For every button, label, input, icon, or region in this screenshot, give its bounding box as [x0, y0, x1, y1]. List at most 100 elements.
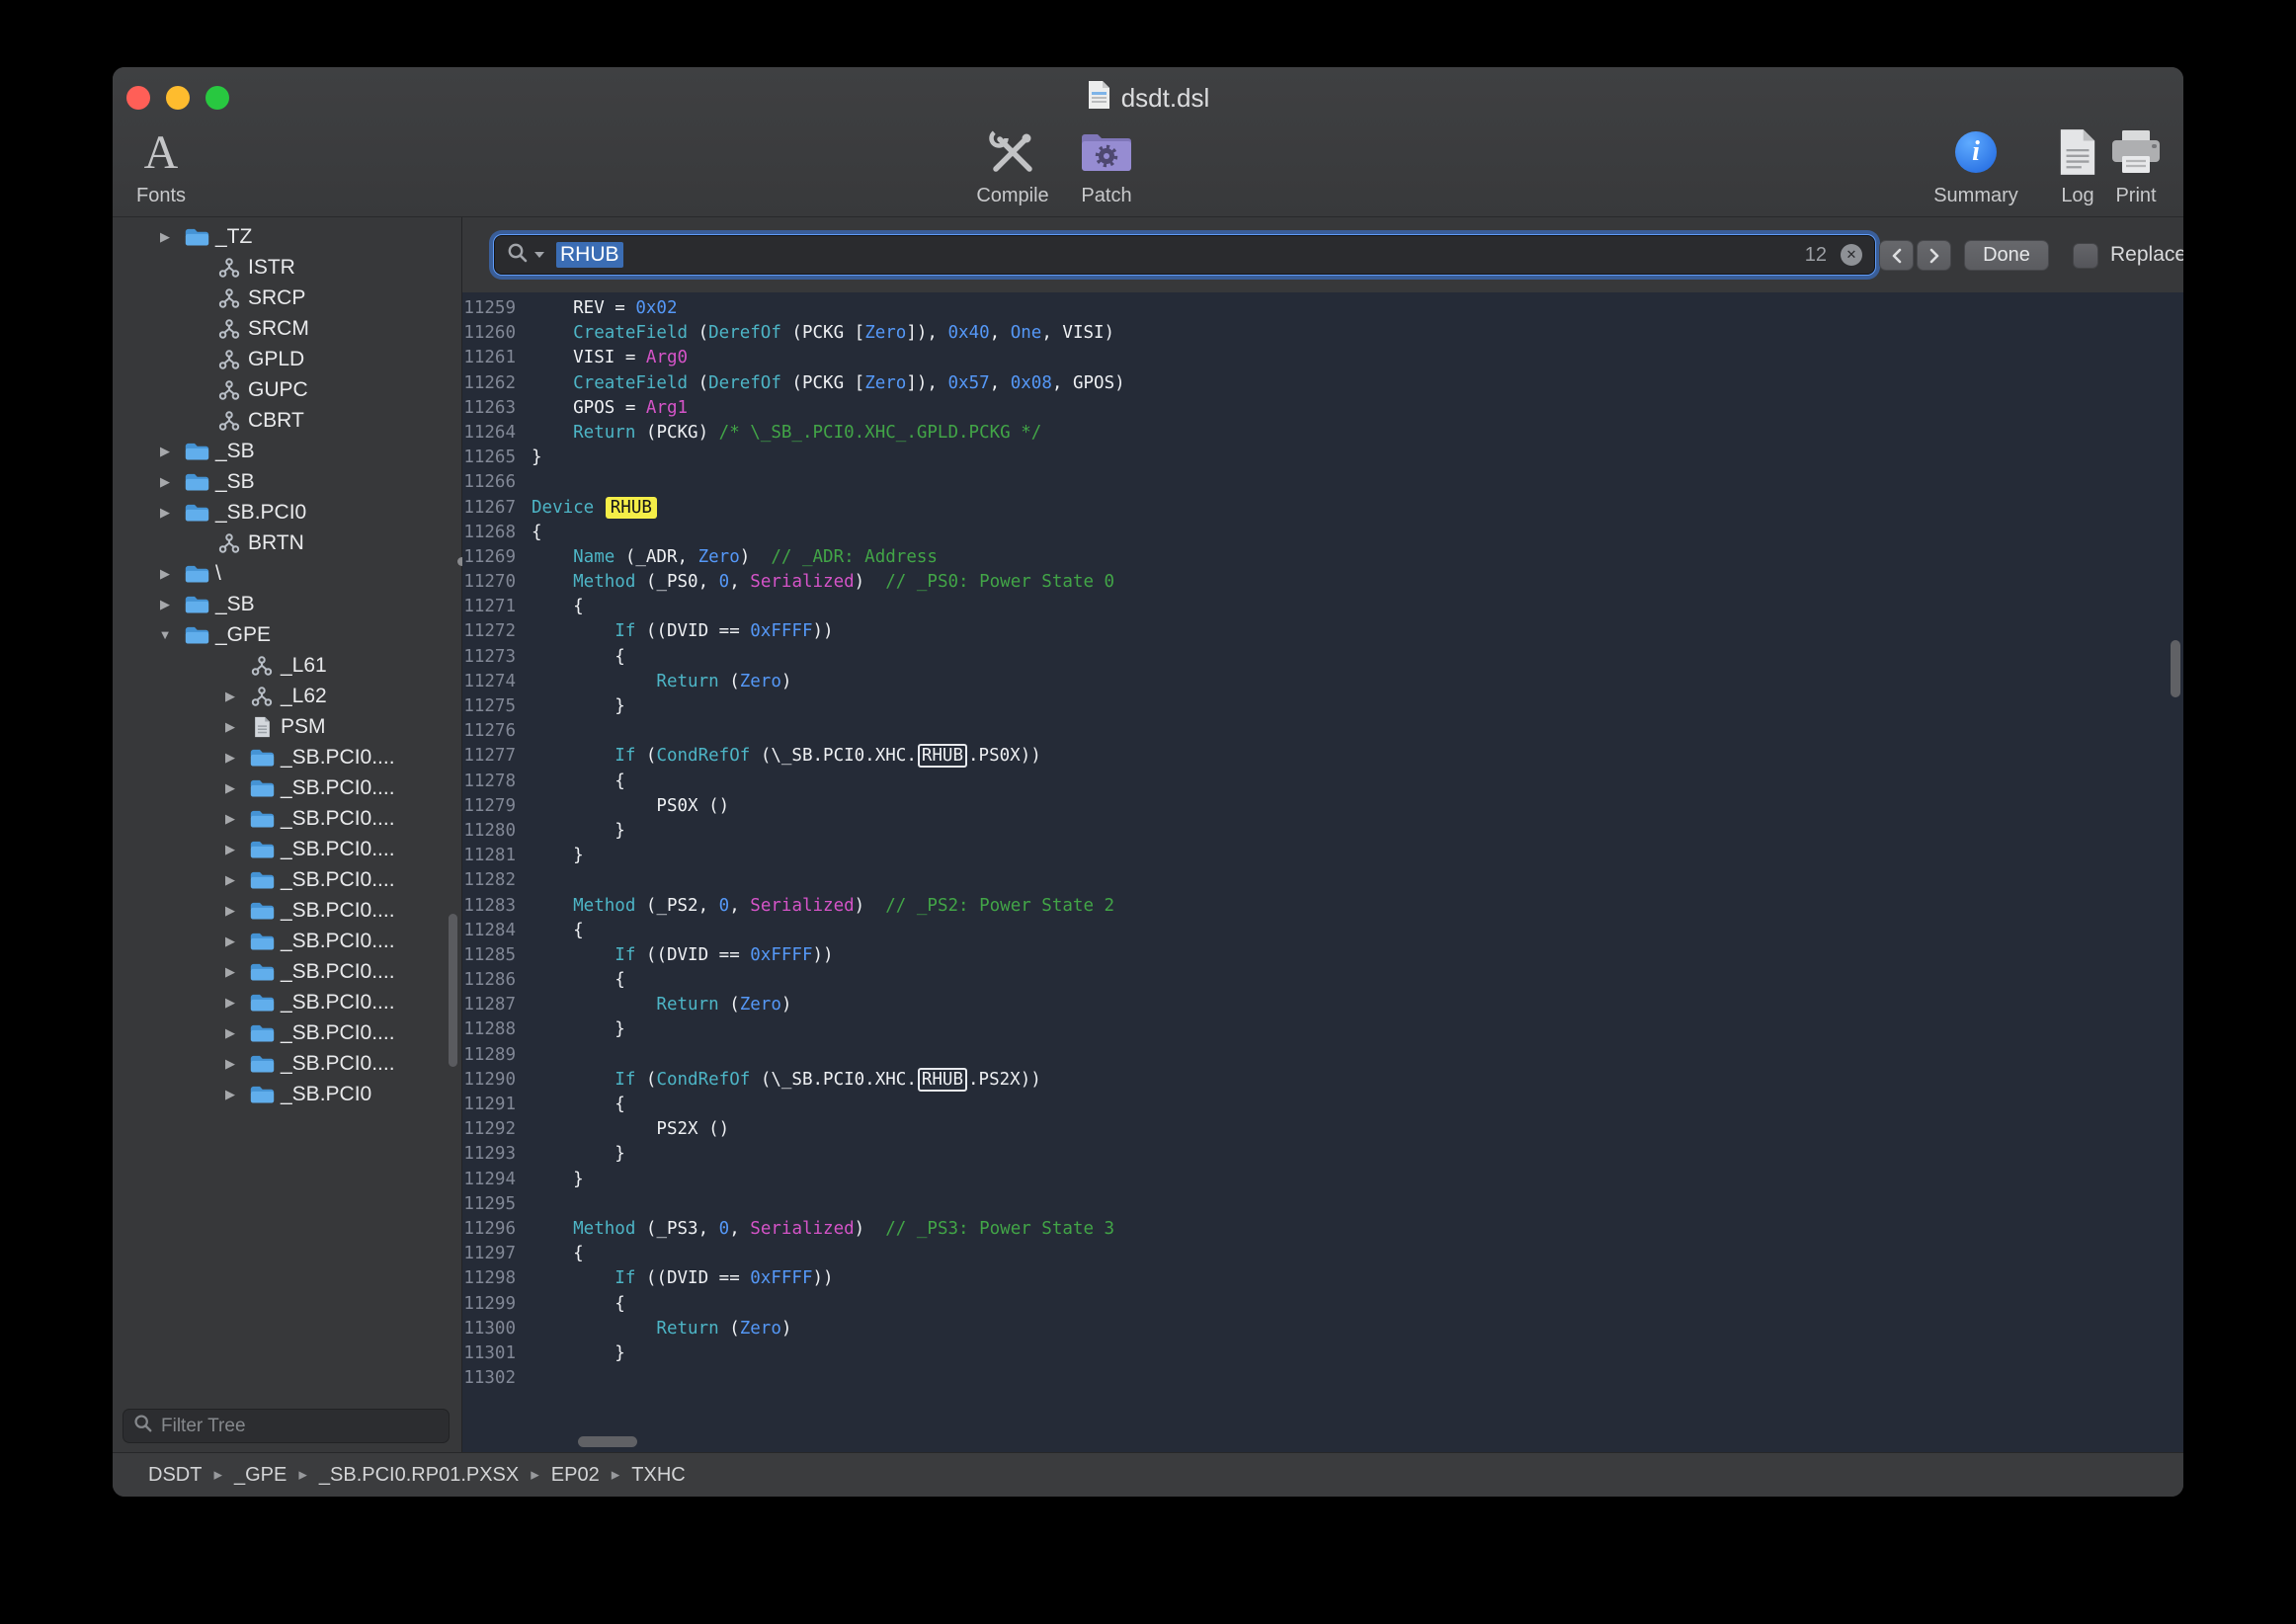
code-line[interactable]: 11282 [462, 868, 2183, 893]
code-line[interactable]: 11294 } [462, 1168, 2183, 1192]
editor-vertical-scrollbar-thumb[interactable] [2171, 640, 2180, 697]
disclosure-right-icon[interactable]: ▶ [215, 811, 245, 827]
code-line[interactable]: 11273 { [462, 645, 2183, 670]
code-line[interactable]: 11260 CreateField (DerefOf (PCKG [Zero])… [462, 321, 2183, 346]
code-line[interactable]: 11285 If ((DVID == 0xFFFF)) [462, 943, 2183, 968]
find-match-outline[interactable]: RHUB [918, 1068, 967, 1092]
print-button[interactable]: Print [2096, 126, 2175, 207]
sidebar-item-l61[interactable]: _L61 [113, 650, 461, 681]
sidebar-item-sb-pci0[interactable]: ▶_SB.PCI0.... [113, 926, 461, 956]
sidebar-item-sb[interactable]: ▶_SB [113, 589, 461, 619]
code-line[interactable]: 11279 PS0X () [462, 794, 2183, 819]
code-line[interactable]: 11286 { [462, 968, 2183, 993]
disclosure-right-icon[interactable]: ▶ [215, 995, 245, 1011]
sidebar-item-tz[interactable]: ▶_TZ [113, 221, 461, 252]
disclosure-right-icon[interactable]: ▶ [150, 505, 180, 521]
disclosure-right-icon[interactable]: ▶ [215, 872, 245, 888]
disclosure-right-icon[interactable]: ▶ [215, 964, 245, 980]
disclosure-right-icon[interactable]: ▶ [150, 444, 180, 459]
code-line[interactable]: 11284 { [462, 919, 2183, 943]
sidebar-scrollbar-thumb[interactable] [449, 914, 457, 1067]
sidebar-item-sb-pci0[interactable]: ▶_SB.PCI0.... [113, 1048, 461, 1079]
code-line[interactable]: 11298 If ((DVID == 0xFFFF)) [462, 1266, 2183, 1291]
code-line[interactable]: 11274 Return (Zero) [462, 670, 2183, 694]
compile-button[interactable]: Compile [965, 126, 1060, 207]
patch-button[interactable]: Patch [1059, 126, 1154, 207]
code-line[interactable]: 11292 PS2X () [462, 1117, 2183, 1142]
sidebar-item-sb-pci0[interactable]: ▶_SB.PCI0.... [113, 956, 461, 987]
done-button[interactable]: Done [1964, 240, 2049, 271]
code-line[interactable]: 11271 { [462, 595, 2183, 619]
disclosure-right-icon[interactable]: ▶ [150, 474, 180, 490]
sidebar-item-srcm[interactable]: SRCM [113, 313, 461, 344]
filter-tree-input[interactable] [161, 1416, 439, 1437]
disclosure-right-icon[interactable]: ▶ [215, 1025, 245, 1041]
code-line[interactable]: 11278 { [462, 770, 2183, 794]
sidebar-item-srcp[interactable]: SRCP [113, 283, 461, 313]
code-line[interactable]: 11302 [462, 1366, 2183, 1391]
sidebar-item-sb[interactable]: ▶_SB [113, 466, 461, 497]
disclosure-right-icon[interactable]: ▶ [215, 750, 245, 766]
search-options-chevron-icon[interactable] [534, 252, 544, 258]
breadcrumb-item[interactable]: TXHC [631, 1464, 685, 1487]
disclosure-right-icon[interactable]: ▶ [150, 566, 180, 582]
sidebar-item-sb-pci0[interactable]: ▶_SB.PCI0.... [113, 803, 461, 834]
disclosure-right-icon[interactable]: ▶ [150, 229, 180, 245]
sidebar-item-sb-pci0[interactable]: ▶_SB.PCI0.... [113, 1017, 461, 1048]
disclosure-right-icon[interactable]: ▶ [215, 1087, 245, 1102]
search-field[interactable]: RHUB 12 ✕ [494, 235, 1875, 275]
code-line[interactable]: 11266 [462, 470, 2183, 495]
disclosure-right-icon[interactable]: ▶ [215, 1056, 245, 1072]
code-line[interactable]: 11275 } [462, 694, 2183, 719]
code-line[interactable]: 11264 Return (PCKG) /* \_SB_.PCI0.XHC_.G… [462, 421, 2183, 446]
find-match-outline[interactable]: RHUB [918, 744, 967, 768]
disclosure-right-icon[interactable]: ▶ [150, 597, 180, 612]
replace-checkbox[interactable] [2073, 243, 2098, 269]
code-line[interactable]: 11291 { [462, 1093, 2183, 1117]
code-line[interactable]: 11259 REV = 0x02 [462, 296, 2183, 321]
code-line[interactable]: 11276 [462, 719, 2183, 744]
sidebar-item-brtn[interactable]: BRTN [113, 528, 461, 558]
breadcrumb-item[interactable]: _SB.PCI0.RP01.PXSX [319, 1464, 519, 1487]
code-line[interactable]: 11293 } [462, 1142, 2183, 1167]
find-previous-button[interactable] [1879, 240, 1914, 271]
code-line[interactable]: 11295 [462, 1192, 2183, 1217]
fonts-button[interactable]: A Fonts [114, 126, 208, 207]
disclosure-right-icon[interactable]: ▶ [215, 934, 245, 949]
sidebar-item-gupc[interactable]: GUPC [113, 374, 461, 405]
code-line[interactable]: 11265} [462, 446, 2183, 470]
code-line[interactable]: 11300 Return (Zero) [462, 1317, 2183, 1341]
code-line[interactable]: 11281 } [462, 844, 2183, 868]
clear-search-button[interactable]: ✕ [1841, 244, 1862, 266]
find-next-button[interactable] [1917, 240, 1951, 271]
code-line[interactable]: 11297 { [462, 1242, 2183, 1266]
sidebar-item-sb-pci0[interactable]: ▶_SB.PCI0.... [113, 987, 461, 1017]
sidebar-item-gpe[interactable]: ▼_GPE [113, 619, 461, 650]
breadcrumb-item[interactable]: _GPE [234, 1464, 287, 1487]
code-line[interactable]: 11270 Method (_PS0, 0, Serialized) // _P… [462, 570, 2183, 595]
disclosure-right-icon[interactable]: ▶ [215, 689, 245, 704]
code-line[interactable]: 11263 GPOS = Arg1 [462, 396, 2183, 421]
code-line[interactable]: 11296 Method (_PS3, 0, Serialized) // _P… [462, 1217, 2183, 1242]
code-line[interactable]: 11272 If ((DVID == 0xFFFF)) [462, 619, 2183, 644]
breadcrumb-item[interactable]: EP02 [551, 1464, 600, 1487]
code-line[interactable]: 11280 } [462, 819, 2183, 844]
summary-button[interactable]: i Summary [1928, 126, 2023, 207]
code-line[interactable]: 11269 Name (_ADR, Zero) // _ADR: Address [462, 545, 2183, 570]
search-input[interactable]: RHUB [556, 242, 623, 268]
sidebar-item-sb-pci0[interactable]: ▶_SB.PCI0 [113, 497, 461, 528]
code-line[interactable]: 11261 VISI = Arg0 [462, 346, 2183, 370]
code-line[interactable]: 11277 If (CondRefOf (\_SB.PCI0.XHC.RHUB.… [462, 744, 2183, 769]
sidebar-item-sb-pci0[interactable]: ▶_SB.PCI0.... [113, 834, 461, 864]
sidebar-item-sb-pci0[interactable]: ▶_SB.PCI0.... [113, 772, 461, 803]
filter-tree-field[interactable] [123, 1409, 450, 1443]
code-line[interactable]: 11301 } [462, 1341, 2183, 1366]
disclosure-down-icon[interactable]: ▼ [150, 627, 180, 642]
sidebar-item-istr[interactable]: ISTR [113, 252, 461, 283]
code-line[interactable]: 11268{ [462, 521, 2183, 545]
code-line[interactable]: 11262 CreateField (DerefOf (PCKG [Zero])… [462, 371, 2183, 396]
code-line[interactable]: 11288 } [462, 1017, 2183, 1042]
code-line[interactable]: 11289 [462, 1043, 2183, 1068]
sidebar-item-cbrt[interactable]: CBRT [113, 405, 461, 436]
code-line[interactable]: 11267Device RHUB [462, 496, 2183, 521]
